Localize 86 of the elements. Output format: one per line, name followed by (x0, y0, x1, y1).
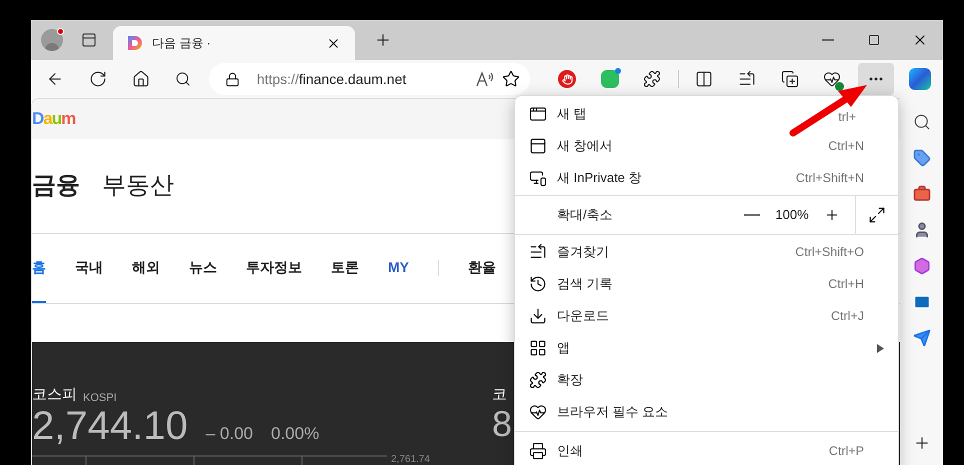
menu-item-label: 확대/축소 (557, 206, 614, 224)
menu-item-label: 다운로드 (557, 307, 610, 326)
nav-tab[interactable]: 투자정보 (246, 234, 302, 303)
stop-hand-icon (558, 70, 576, 88)
section-tab[interactable]: 금융 (32, 168, 80, 204)
menu-item-label: 앱 (557, 339, 571, 358)
menu-item-label: 새 창에서 (557, 137, 614, 156)
url-text: https://finance.daum.net (256, 70, 408, 89)
nav-tab[interactable]: 토론 (331, 234, 359, 303)
menu-item[interactable]: 앱 (515, 332, 898, 364)
favorites-icon (738, 70, 756, 88)
minimize-icon (822, 39, 834, 41)
shortcut-text: Ctrl+Shift+O (795, 246, 864, 258)
site-favicon-icon (127, 35, 143, 51)
menu-item[interactable]: 인쇄 Ctrl+P (515, 435, 898, 465)
menu-item[interactable]: 확장 (515, 364, 898, 396)
heart-pulse-icon (529, 403, 547, 421)
menu-item[interactable]: 다운로드 Ctrl+J (515, 300, 898, 332)
section-tab[interactable]: 부동산 (102, 168, 174, 204)
menu-item[interactable]: 검색 기록 Ctrl+H (515, 268, 898, 300)
shortcut-text: trl+ (838, 110, 856, 124)
chart-label: 2,761.74 (391, 455, 430, 465)
submenu-caret-icon (877, 344, 884, 352)
tab-title: 다음 금융 · (152, 35, 212, 52)
minus-icon (744, 214, 760, 216)
profile-avatar[interactable] (41, 29, 63, 51)
shortcut-text: Ctrl+N (828, 140, 864, 152)
menu-item[interactable]: 즐겨찾기 Ctrl+Shift+O (515, 236, 898, 268)
download-icon (529, 307, 547, 325)
nav-tab[interactable]: 국내 (75, 234, 103, 303)
menu-item-label: 확장 (557, 371, 584, 390)
new-tab-icon (529, 105, 547, 123)
puzzle-icon (529, 371, 547, 389)
refresh-icon (89, 70, 108, 88)
search-icon (175, 71, 192, 87)
nav-tab[interactable]: MY (388, 234, 409, 303)
maximize-icon (868, 34, 880, 46)
heart-pulse-icon (823, 70, 842, 88)
more-icon (868, 77, 883, 81)
shortcut-text: Ctrl+Shift+N (796, 172, 864, 184)
nav-tab[interactable]: 홈 (32, 234, 46, 303)
plus-icon (824, 207, 840, 223)
menu-item[interactable]: 새 탭 trl+ (515, 98, 898, 130)
star-icon (502, 70, 520, 88)
lock-icon (224, 72, 240, 86)
index-name: 코스피 (32, 384, 77, 405)
history-icon (529, 275, 547, 293)
window-icon (529, 137, 547, 155)
browser-tab[interactable]: 다음 금융 · (113, 26, 355, 60)
nav-tab[interactable]: 해외 (132, 234, 160, 303)
shortcut-text: Ctrl+H (828, 278, 864, 290)
nav-tab[interactable]: 환율 (468, 234, 496, 303)
menu-item-label: 검색 기록 (557, 275, 614, 294)
change-value: – 0.00 (206, 423, 253, 446)
expand-icon (868, 206, 886, 224)
split-screen-icon (695, 70, 714, 88)
shortcut-text: Ctrl+J (831, 310, 864, 322)
collections-icon (780, 70, 799, 88)
change-rate: 0.00% (271, 423, 320, 446)
menu-item[interactable]: 새 창에서 Ctrl+N (515, 130, 898, 162)
puzzle-icon (643, 70, 662, 88)
index-value: 2,744.10 (32, 406, 188, 446)
menu-item-label: 인쇄 (557, 442, 584, 460)
read-aloud-icon[interactable] (476, 71, 494, 87)
index-code: KOSPI (83, 390, 117, 406)
menu-item-label: 즐겨찾기 (557, 243, 610, 262)
more-menu-button[interactable] (858, 63, 894, 95)
address-bar[interactable]: https://finance.daum.net (208, 63, 530, 95)
nav-tab[interactable]: 뉴스 (189, 234, 217, 303)
favorites-icon (529, 243, 547, 261)
menu-item-label: 새 탭 (557, 105, 588, 124)
panel-icon (81, 32, 97, 48)
zoom-value: 100% (774, 206, 810, 224)
search-icon (912, 113, 930, 131)
tag-icon (912, 149, 930, 167)
menu-item[interactable]: 새 InPrivate 창 Ctrl+Shift+N (515, 162, 898, 194)
send-icon (912, 329, 930, 347)
index-value: 8 (492, 406, 512, 442)
menu-item-label: 브라우저 필수 요소 (557, 403, 670, 422)
printer-icon (529, 442, 547, 460)
menu-item[interactable]: 브라우저 필수 요소 (515, 396, 898, 428)
apps-icon (529, 339, 547, 357)
shortcut-text: Ctrl+P (828, 444, 864, 458)
index-name: 코 (492, 384, 508, 405)
menu-item-label: 새 InPrivate 창 (557, 169, 643, 188)
home-icon (132, 70, 150, 88)
